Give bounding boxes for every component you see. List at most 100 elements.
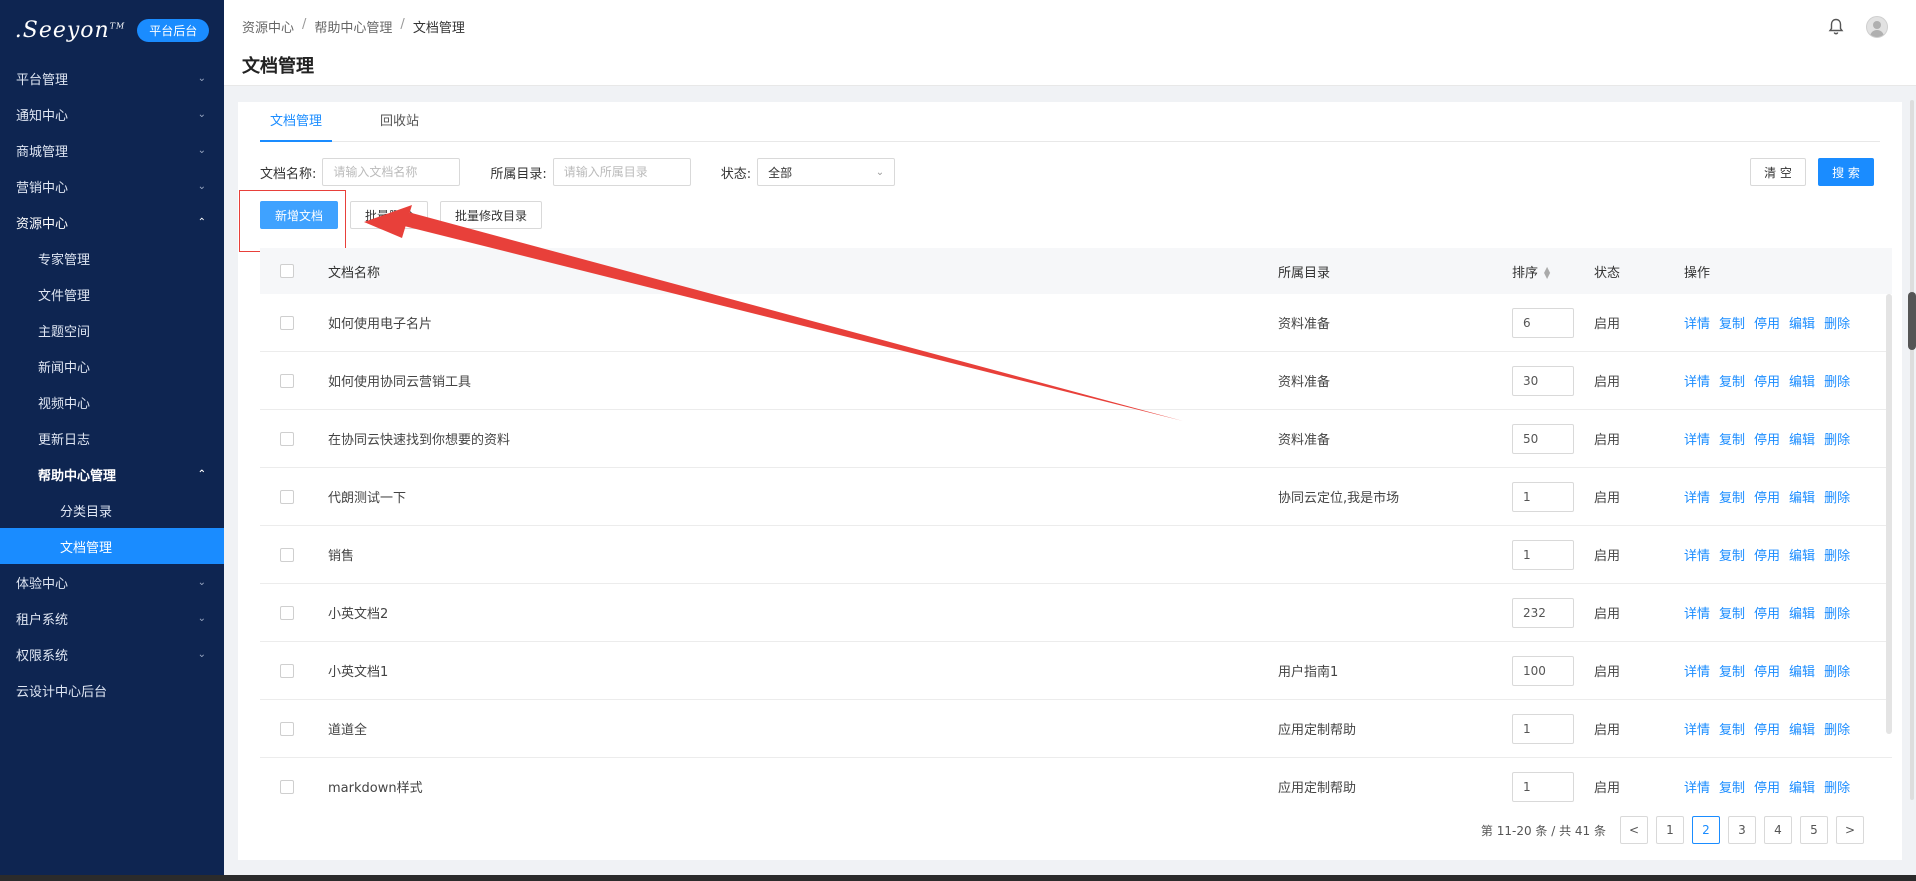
prev-page-button[interactable]: < [1620, 816, 1648, 844]
page-button[interactable]: 1 [1656, 816, 1684, 844]
edit-link[interactable]: 编辑 [1789, 719, 1815, 738]
detail-link[interactable]: 详情 [1684, 429, 1710, 448]
breadcrumb-item[interactable]: 资源中心 [242, 17, 294, 36]
edit-link[interactable]: 编辑 [1789, 603, 1815, 622]
sidebar-item[interactable]: 专家管理 [0, 240, 224, 276]
detail-link[interactable]: 详情 [1684, 545, 1710, 564]
sidebar-item[interactable]: 商城管理 ⌄ [0, 132, 224, 168]
row-checkbox[interactable] [280, 779, 294, 794]
detail-link[interactable]: 详情 [1684, 661, 1710, 680]
copy-link[interactable]: 复制 [1719, 719, 1745, 738]
disable-link[interactable]: 停用 [1754, 603, 1780, 622]
sidebar-item[interactable]: 分类目录 [0, 492, 224, 528]
copy-link[interactable]: 复制 [1719, 371, 1745, 390]
page-button[interactable]: 2 [1692, 816, 1720, 844]
delete-link[interactable]: 删除 [1824, 371, 1850, 390]
sidebar-item[interactable]: 权限系统 ⌄ [0, 636, 224, 672]
order-input[interactable]: 30 [1512, 365, 1574, 396]
row-checkbox[interactable] [280, 605, 294, 620]
detail-link[interactable]: 详情 [1684, 371, 1710, 390]
disable-link[interactable]: 停用 [1754, 545, 1780, 564]
order-input[interactable]: 1 [1512, 771, 1574, 802]
sidebar-item[interactable]: 平台管理 ⌄ [0, 60, 224, 96]
tab-doc-manage[interactable]: 文档管理 [260, 102, 333, 142]
disable-link[interactable]: 停用 [1754, 777, 1780, 796]
order-input[interactable]: 6 [1512, 307, 1574, 338]
tab-recycle-bin[interactable]: 回收站 [370, 102, 429, 142]
edit-link[interactable]: 编辑 [1789, 777, 1815, 796]
bell-icon[interactable] [1828, 18, 1844, 36]
edit-link[interactable]: 编辑 [1789, 661, 1815, 680]
detail-link[interactable]: 详情 [1684, 603, 1710, 622]
edit-link[interactable]: 编辑 [1789, 313, 1815, 332]
sidebar-item[interactable]: 体验中心 ⌄ [0, 564, 224, 600]
doc-name-input[interactable] [322, 158, 461, 186]
sidebar-item[interactable]: 文件管理 [0, 276, 224, 312]
row-checkbox[interactable] [280, 373, 294, 388]
sidebar-item[interactable]: 营销中心 ⌄ [0, 168, 224, 204]
col-order[interactable]: 排序 ▲ ▼ [1512, 262, 1594, 281]
order-input[interactable]: 1 [1512, 539, 1574, 570]
sidebar-item[interactable]: 帮助中心管理 ⌃ [0, 456, 224, 492]
add-doc-button[interactable]: 新增文档 [260, 201, 339, 229]
row-checkbox[interactable] [280, 315, 294, 330]
copy-link[interactable]: 复制 [1719, 313, 1745, 332]
sidebar-item[interactable]: 租户系统 ⌄ [0, 600, 224, 636]
edit-link[interactable]: 编辑 [1789, 545, 1815, 564]
sidebar-item[interactable]: 云设计中心后台 [0, 672, 224, 708]
delete-link[interactable]: 删除 [1824, 429, 1850, 448]
select-all-checkbox[interactable] [280, 264, 294, 278]
delete-link[interactable]: 删除 [1824, 661, 1850, 680]
batch-move-button[interactable]: 批量修改目录 [440, 201, 543, 229]
page-button[interactable]: 3 [1728, 816, 1756, 844]
dir-input[interactable] [552, 158, 691, 186]
page-scrollbar-track[interactable] [1910, 100, 1914, 800]
batch-delete-button[interactable]: 批量删除 [350, 201, 429, 229]
disable-link[interactable]: 停用 [1754, 429, 1780, 448]
sidebar-item[interactable]: 通知中心 ⌄ [0, 96, 224, 132]
row-checkbox[interactable] [280, 663, 294, 678]
edit-link[interactable]: 编辑 [1789, 429, 1815, 448]
copy-link[interactable]: 复制 [1719, 661, 1745, 680]
copy-link[interactable]: 复制 [1719, 545, 1745, 564]
copy-link[interactable]: 复制 [1719, 603, 1745, 622]
delete-link[interactable]: 删除 [1824, 777, 1850, 796]
avatar-icon[interactable] [1866, 16, 1888, 38]
row-checkbox[interactable] [280, 489, 294, 504]
sidebar-item[interactable]: 更新日志 [0, 420, 224, 456]
page-scrollbar-thumb[interactable] [1908, 292, 1916, 350]
order-input[interactable]: 50 [1512, 423, 1574, 454]
order-input[interactable]: 1 [1512, 713, 1574, 744]
detail-link[interactable]: 详情 [1684, 719, 1710, 738]
sidebar-item[interactable]: 视频中心 [0, 384, 224, 420]
order-input[interactable]: 232 [1512, 597, 1574, 628]
order-input[interactable]: 1 [1512, 481, 1574, 512]
copy-link[interactable]: 复制 [1719, 487, 1745, 506]
sidebar-item[interactable]: 文档管理 [0, 528, 224, 564]
status-select[interactable]: 全部 ⌄ [757, 158, 896, 186]
search-button[interactable]: 搜 索 [1818, 158, 1874, 186]
delete-link[interactable]: 删除 [1824, 487, 1850, 506]
delete-link[interactable]: 删除 [1824, 313, 1850, 332]
disable-link[interactable]: 停用 [1754, 719, 1780, 738]
detail-link[interactable]: 详情 [1684, 313, 1710, 332]
row-checkbox[interactable] [280, 721, 294, 736]
sidebar-item[interactable]: 新闻中心 [0, 348, 224, 384]
copy-link[interactable]: 复制 [1719, 429, 1745, 448]
detail-link[interactable]: 详情 [1684, 777, 1710, 796]
edit-link[interactable]: 编辑 [1789, 487, 1815, 506]
page-button[interactable]: 5 [1800, 816, 1828, 844]
detail-link[interactable]: 详情 [1684, 487, 1710, 506]
clear-button[interactable]: 清 空 [1750, 158, 1806, 186]
row-checkbox[interactable] [280, 431, 294, 446]
sidebar-item[interactable]: 主题空间 [0, 312, 224, 348]
page-button[interactable]: 4 [1764, 816, 1792, 844]
sort-icon[interactable]: ▲ ▼ [1544, 266, 1550, 280]
row-checkbox[interactable] [280, 547, 294, 562]
order-input[interactable]: 100 [1512, 655, 1574, 686]
copy-link[interactable]: 复制 [1719, 777, 1745, 796]
disable-link[interactable]: 停用 [1754, 371, 1780, 390]
delete-link[interactable]: 删除 [1824, 603, 1850, 622]
sidebar-item[interactable]: 资源中心 ⌃ [0, 204, 224, 240]
disable-link[interactable]: 停用 [1754, 487, 1780, 506]
